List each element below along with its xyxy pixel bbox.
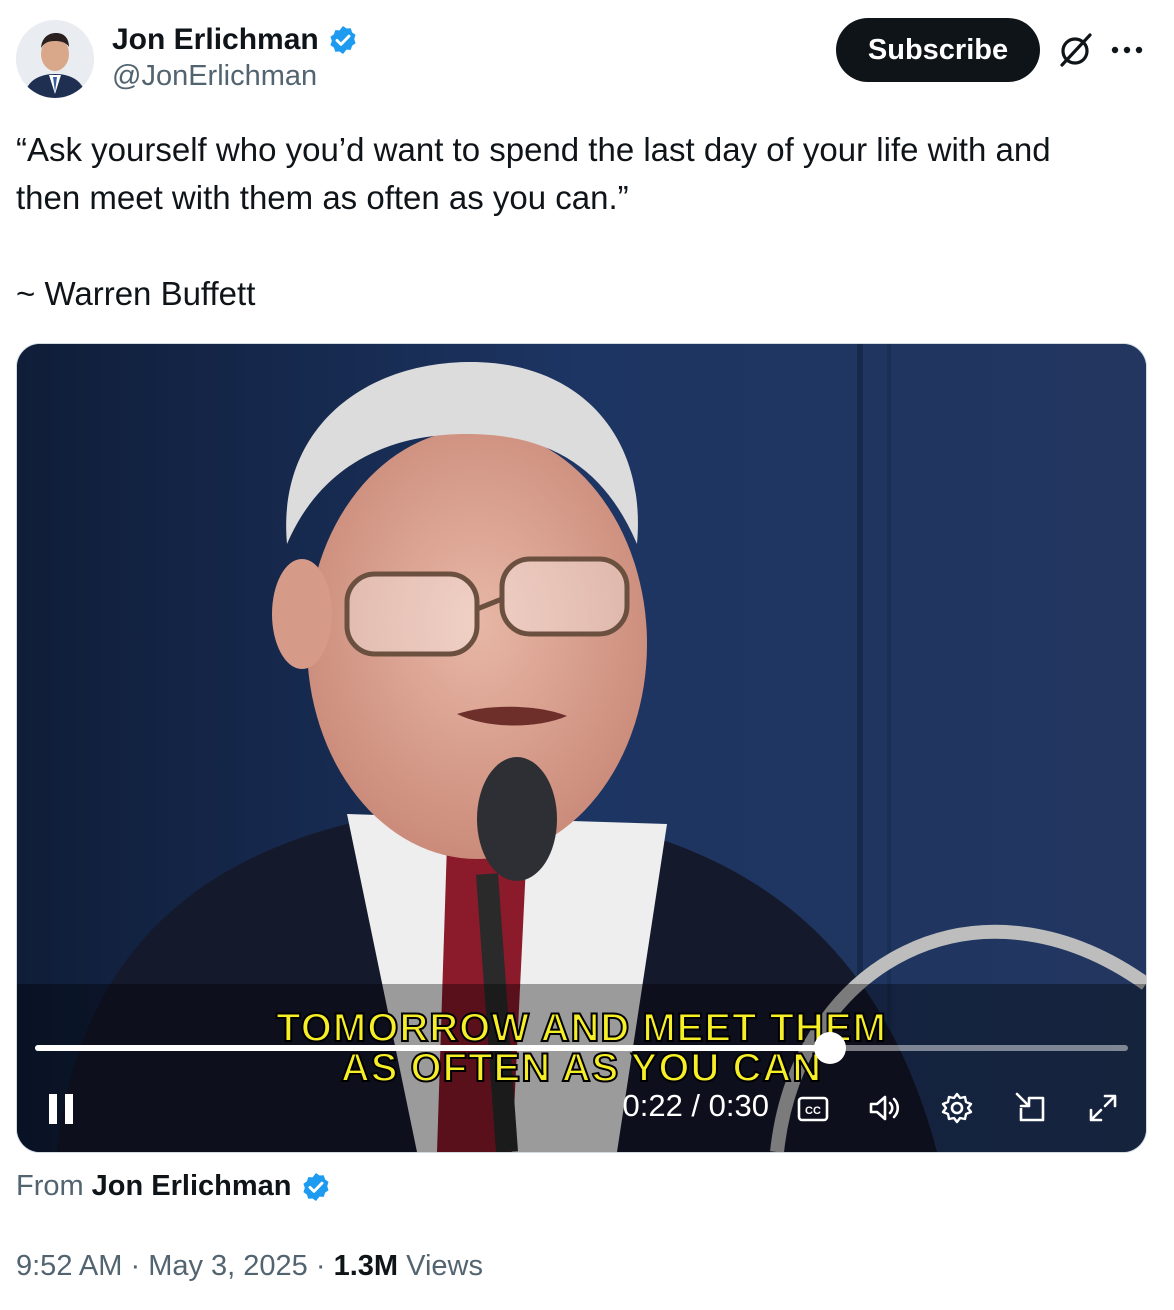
author-name-row[interactable]: Jon Erlichman bbox=[112, 20, 359, 60]
grok-icon[interactable] bbox=[1056, 30, 1096, 70]
tweet-meta: 9:52 AM · May 3, 2025 · 1.3M Views bbox=[16, 1250, 483, 1283]
from-author-name[interactable]: Jon Erlichman bbox=[92, 1170, 292, 1203]
from-attribution: From Jon Erlichman bbox=[16, 1170, 332, 1203]
views-count: 1.3M bbox=[333, 1250, 399, 1282]
tweet-time[interactable]: 9:52 AM bbox=[16, 1250, 122, 1282]
verified-badge-icon bbox=[330, 26, 356, 54]
avatar[interactable] bbox=[16, 20, 94, 98]
subscribe-button[interactable]: Subscribe bbox=[836, 18, 1040, 82]
video-subtitle-line2: AS OFTEN AS YOU CAN bbox=[340, 1046, 823, 1090]
tweet-attribution: ~ Warren Buffett bbox=[16, 275, 256, 312]
tweet-quote: “Ask yourself who you’d want to spend th… bbox=[16, 131, 1051, 216]
separator: · bbox=[130, 1250, 141, 1282]
progress-thumb[interactable] bbox=[813, 1032, 846, 1064]
author-display-name[interactable]: Jon Erlichman bbox=[112, 23, 319, 57]
video-player[interactable]: TOMORROW AND MEET THEM AS OFTEN AS YOU C… bbox=[16, 343, 1147, 1153]
settings-icon[interactable] bbox=[937, 1088, 977, 1128]
video-time: 0:22 / 0:30 bbox=[622, 1088, 769, 1123]
from-label: From bbox=[16, 1170, 84, 1202]
tweet-text: “Ask yourself who you’d want to spend th… bbox=[16, 126, 1158, 222]
views-label: Views bbox=[406, 1250, 483, 1282]
pip-icon[interactable] bbox=[1011, 1088, 1051, 1128]
svg-text:CC: CC bbox=[805, 1105, 821, 1117]
volume-icon[interactable] bbox=[865, 1088, 905, 1128]
captions-icon[interactable]: CC bbox=[793, 1088, 833, 1128]
verified-badge-icon bbox=[302, 1172, 329, 1201]
progress-fill bbox=[35, 1045, 830, 1051]
fullscreen-icon[interactable] bbox=[1083, 1088, 1123, 1128]
separator: · bbox=[315, 1250, 326, 1282]
tweet-date[interactable]: May 3, 2025 bbox=[148, 1250, 308, 1282]
video-subtitle-line1: TOMORROW AND MEET THEM bbox=[275, 1006, 887, 1050]
more-icon[interactable] bbox=[1106, 30, 1148, 70]
pause-icon[interactable] bbox=[47, 1092, 77, 1126]
author-handle[interactable]: @JonErlichman bbox=[112, 60, 317, 93]
progress-bar[interactable] bbox=[35, 1032, 1128, 1064]
